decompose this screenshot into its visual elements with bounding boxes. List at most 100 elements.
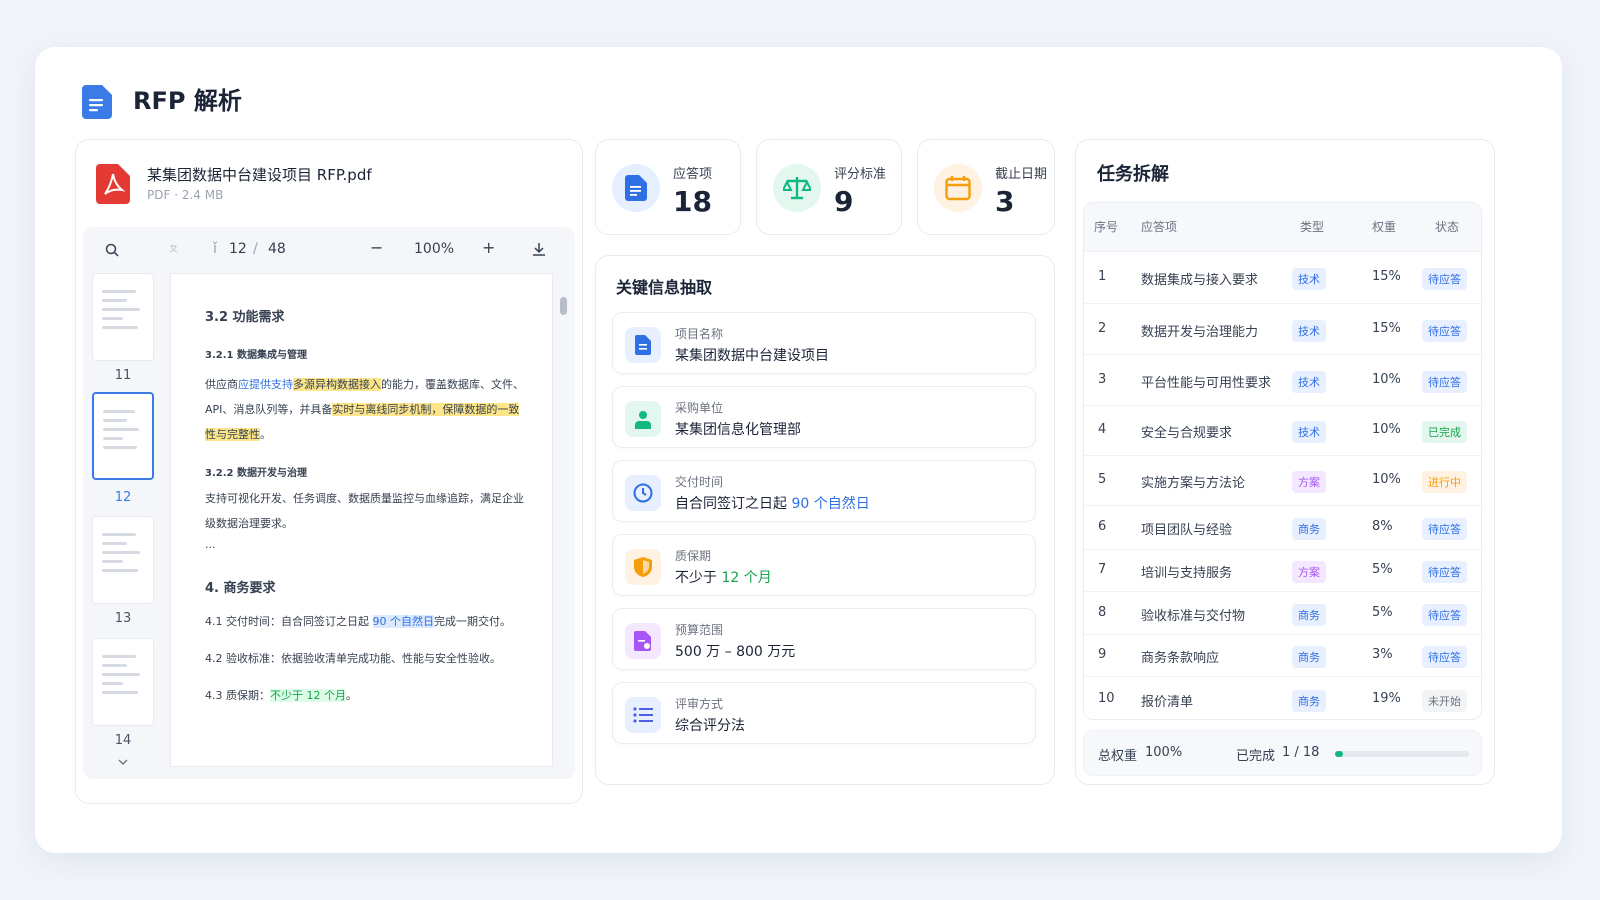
table-row[interactable]: 9 商务条款响应 商务 3% 待应答: [1084, 634, 1481, 676]
row-item: 安全与合规要求: [1141, 426, 1233, 441]
page-title: RFP 解析: [133, 87, 242, 115]
thumbnail-page-11[interactable]: [92, 273, 154, 361]
row-number: 10: [1098, 691, 1115, 706]
thumbnail-page-13[interactable]: [92, 516, 154, 604]
highlight: 90 个自然日: [372, 615, 434, 628]
page-separator: /: [253, 241, 258, 257]
scale-icon: [773, 164, 821, 212]
table-row[interactable]: 8 验收标准与交付物 商务 5% 待应答: [1084, 591, 1481, 634]
table-row[interactable]: 2 数据开发与治理能力 技术 15% 待应答: [1084, 303, 1481, 354]
status-badge: 待应答: [1422, 604, 1467, 626]
doc-paragraph-line: 支持可视化开发、任务调度、数据质量监控与血缘追踪，满足企业: [205, 492, 524, 505]
row-number: 1: [1098, 269, 1107, 284]
doc-heading: 4. 商务要求: [205, 581, 276, 596]
doc-paragraph-line: 供应商应提供支持多源异构数据接入的能力，覆盖数据库、文件、: [205, 378, 524, 391]
table-row[interactable]: 5 实施方案与方法论 方案 10% 进行中: [1084, 455, 1481, 505]
file-name[interactable]: 某集团数据中台建设项目 RFP.pdf: [147, 164, 372, 185]
progress-track: [1335, 751, 1469, 757]
row-weight: 3%: [1372, 647, 1393, 662]
thumbnail-label: 12: [114, 490, 132, 505]
info-label: 采购单位: [675, 401, 724, 415]
table-row[interactable]: 7 培训与支持服务 方案 5% 待应答: [1084, 549, 1481, 591]
stat-value: 18: [673, 185, 712, 218]
thumbnail-page-14[interactable]: [92, 638, 154, 726]
stat-card-answers: 应答项 18: [595, 139, 741, 235]
page-total: 48: [268, 241, 286, 257]
status-badge: 已完成: [1422, 421, 1467, 443]
row-weight: 8%: [1372, 519, 1393, 534]
table-row[interactable]: 4 安全与合规要求 技术 10% 已完成: [1084, 405, 1481, 455]
row-item: 商务条款响应: [1141, 651, 1220, 666]
zoom-out-button[interactable]: −: [370, 238, 383, 257]
doc-paragraph-line: 性与完整性。: [205, 428, 271, 441]
row-number: 4: [1098, 422, 1107, 437]
row-weight: 10%: [1372, 372, 1401, 387]
row-number: 2: [1098, 321, 1107, 336]
zoom-level[interactable]: 100%: [414, 241, 454, 257]
info-budget[interactable]: 预算范围 500 万 – 800 万元: [612, 608, 1036, 670]
document-icon: [82, 85, 112, 119]
type-tag: 技术: [1292, 421, 1326, 443]
info-warranty[interactable]: 质保期 不少于 12 个月: [612, 534, 1036, 596]
info-project-name[interactable]: 项目名称 某集团数据中台建设项目: [612, 312, 1036, 374]
row-item: 培训与支持服务: [1141, 566, 1233, 581]
stat-label: 应答项: [673, 167, 713, 182]
thumbnail-label: 11: [114, 368, 132, 383]
column-header: 权重: [1372, 220, 1397, 234]
info-delivery[interactable]: 交付时间 自合同签订之日起 90 个自然日: [612, 460, 1036, 522]
table-row[interactable]: 6 项目团队与经验 商务 8% 待应答: [1084, 505, 1481, 549]
doc-ellipsis: ...: [205, 538, 216, 551]
row-item: 平台性能与可用性要求: [1141, 376, 1272, 391]
thumbnail-label: 14: [114, 733, 132, 748]
info-label: 交付时间: [675, 475, 724, 489]
doc-heading: 3.2 功能需求: [205, 310, 285, 325]
info-value: 综合评分法: [675, 718, 745, 734]
row-weight: 15%: [1372, 321, 1401, 336]
status-badge: 未开始: [1422, 690, 1467, 712]
row-item: 数据开发与治理能力: [1141, 325, 1259, 340]
column-header: 类型: [1300, 220, 1325, 234]
doc-paragraph-line: API、消息队列等，并具备实时与离线同步机制，保障数据的一致: [205, 403, 520, 416]
info-label: 预算范围: [675, 623, 724, 637]
row-weight: 5%: [1372, 562, 1393, 577]
doc-subheading: 3.2.2 数据开发与治理: [205, 468, 307, 479]
stat-value: 9: [834, 185, 854, 218]
row-number: 9: [1098, 647, 1107, 662]
completed-value: 1 / 18: [1282, 745, 1320, 760]
type-tag: 方案: [1292, 561, 1326, 583]
type-tag: 技术: [1292, 371, 1326, 393]
doc-scrollbar[interactable]: [560, 297, 567, 315]
highlight: 不少于 12 个月: [270, 689, 346, 702]
table-header: 序号 应答项 类型 权重 状态: [1084, 203, 1481, 251]
progress-fill: [1335, 751, 1343, 757]
highlight: 多源异构数据接入: [293, 378, 381, 391]
thumbnail-strip: 11 12 13 14: [83, 273, 169, 779]
pdf-file-icon: [96, 164, 130, 204]
task-table: 序号 应答项 类型 权重 状态 1 数据集成与接入要求 技术 15% 待应答 2 数据开发与…: [1083, 202, 1482, 720]
translate-icon[interactable]: [169, 244, 181, 256]
thumbnail-page-12[interactable]: [92, 392, 154, 480]
info-evaluation[interactable]: 评审方式 综合评分法: [612, 682, 1036, 744]
row-weight: 10%: [1372, 422, 1401, 437]
completed-label: 已完成: [1236, 749, 1276, 764]
chevron-down-icon[interactable]: [118, 759, 128, 766]
row-number: 8: [1098, 605, 1107, 620]
stat-label: 截止日期: [995, 167, 1048, 182]
search-icon[interactable]: [105, 243, 119, 257]
info-label: 项目名称: [675, 327, 724, 341]
table-row[interactable]: 3 平台性能与可用性要求 技术 10% 待应答: [1084, 354, 1481, 405]
status-badge: 待应答: [1422, 646, 1467, 668]
zoom-in-button[interactable]: +: [482, 238, 495, 257]
task-summary: 总权重 100% 已完成 1 / 18: [1083, 730, 1482, 776]
download-icon[interactable]: [532, 242, 546, 257]
page-current[interactable]: 12: [229, 241, 247, 257]
status-badge: 待应答: [1422, 371, 1467, 393]
main-card: RFP 解析 某集团数据中台建设项目 RFP.pdf PDF · 2.4 MB …: [35, 47, 1562, 853]
info-purchaser[interactable]: 采购单位 某集团信息化管理部: [612, 386, 1036, 448]
table-row[interactable]: 1 数据集成与接入要求 技术 15% 待应答: [1084, 251, 1481, 303]
status-badge: 待应答: [1422, 268, 1467, 290]
clock-icon: [625, 475, 661, 511]
info-value: 某集团信息化管理部: [675, 422, 801, 438]
info-label: 质保期: [675, 549, 712, 563]
table-row[interactable]: 10 报价清单 商务 19% 未开始: [1084, 676, 1481, 719]
